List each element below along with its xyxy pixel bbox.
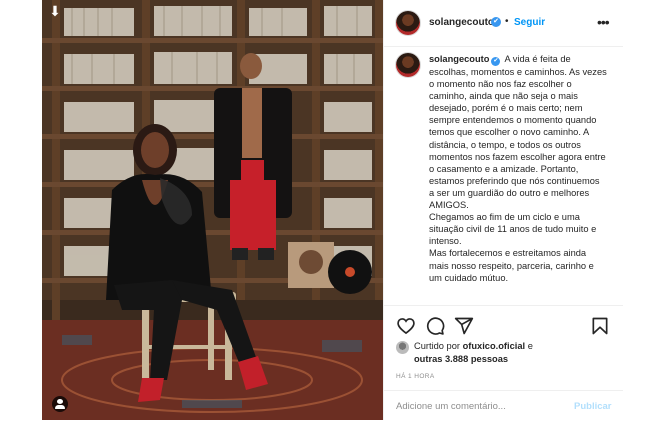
likes-connector: e <box>527 341 533 351</box>
others-likes-count[interactable]: outras 3.888 pessoas <box>414 354 508 364</box>
header-separator: • <box>505 16 509 27</box>
comment-bar: Publicar <box>384 390 623 421</box>
comment-input[interactable] <box>396 399 556 413</box>
caption-text: solangecouto ✔ A vida é feita de escolhas… <box>429 53 607 284</box>
follow-button[interactable]: Seguir <box>514 17 545 28</box>
caption-author-avatar[interactable] <box>396 53 420 77</box>
likes-prefix: Curtido por <box>414 341 460 351</box>
save-icon[interactable] <box>590 316 610 336</box>
liker-avatar[interactable] <box>396 341 409 354</box>
caption-username[interactable]: solangecouto <box>429 54 489 64</box>
author-username[interactable]: solangecouto <box>429 17 494 28</box>
publish-button[interactable]: Publicar <box>574 401 612 412</box>
caption-paragraph: Mas fortalecemos e estreitamos ainda mai… <box>429 248 594 283</box>
post-caption: solangecouto ✔ A vida é feita de escolhas… <box>384 47 623 305</box>
liker-username[interactable]: ofuxico.oficial <box>463 341 526 351</box>
comment-icon[interactable] <box>425 316 445 336</box>
post-actions: Curtido por ofuxico.oficial e outras 3.8… <box>384 305 623 399</box>
caption-paragraph: Chegamos ao fim de um ciclo e uma situaç… <box>429 212 597 247</box>
post-photo[interactable]: ⬇ <box>42 0 383 420</box>
post-timestamp[interactable]: HÁ 1 HORA <box>396 373 435 380</box>
ellipsis-icon[interactable]: ••• <box>597 14 610 30</box>
post-header: solangecouto ✔ • Seguir ••• <box>384 0 623 47</box>
instagram-post: ⬇ solangecouto ✔ • Seguir ••• solangecou… <box>42 0 623 420</box>
caption-paragraph: A vida é feita de escolhas, momentos e c… <box>429 54 607 211</box>
user-tag-icon[interactable] <box>52 396 68 412</box>
likes-text: Curtido por ofuxico.oficial e outras 3.8… <box>414 340 614 365</box>
download-arrow-icon[interactable]: ⬇ <box>48 4 62 18</box>
author-avatar[interactable] <box>396 11 420 35</box>
verified-badge-icon: ✔ <box>491 57 501 66</box>
verified-badge-icon: ✔ <box>491 17 501 27</box>
photo-scene <box>42 0 383 420</box>
post-side-panel: solangecouto ✔ • Seguir ••• solangecouto… <box>383 0 623 420</box>
likes-summary: Curtido por ofuxico.oficial e outras 3.8… <box>396 340 616 370</box>
share-icon[interactable] <box>454 316 474 336</box>
heart-icon[interactable] <box>396 316 416 336</box>
